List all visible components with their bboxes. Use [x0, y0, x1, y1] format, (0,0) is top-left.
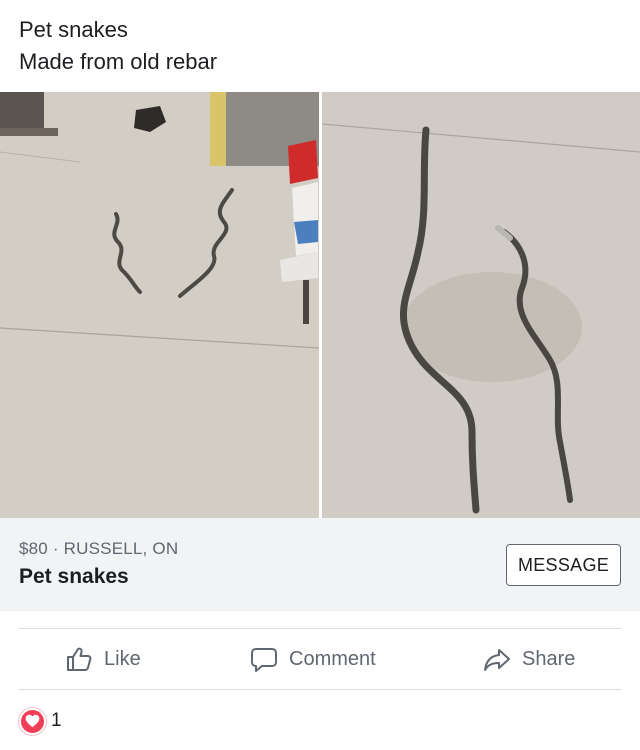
marketplace-listing[interactable]: $80 · RUSSELL, ON Pet snakes MESSAGE [0, 518, 640, 611]
comment-icon [249, 644, 279, 674]
post-text: Pet snakes Made from old rebar [19, 14, 217, 78]
photo-left-image [0, 92, 319, 518]
photo-right-image [322, 92, 640, 518]
share-label: Share [522, 647, 576, 670]
divider-bottom [19, 689, 621, 690]
photo-left[interactable] [0, 92, 319, 518]
share-icon [482, 644, 512, 674]
like-label: Like [104, 647, 141, 670]
post-text-line-2: Made from old rebar [19, 49, 218, 74]
reaction-summary[interactable]: 1 [19, 707, 62, 735]
comment-button[interactable]: Comment [249, 629, 376, 689]
like-button[interactable]: Like [64, 629, 141, 689]
photo-grid[interactable] [0, 92, 640, 518]
message-button[interactable]: MESSAGE [506, 544, 621, 586]
post-text-line-1: Pet snakes [19, 17, 128, 42]
comment-label: Comment [289, 647, 376, 670]
reaction-count: 1 [51, 710, 62, 731]
listing-title[interactable]: Pet snakes [19, 565, 129, 589]
share-button[interactable]: Share [482, 629, 575, 689]
thumbs-up-icon [64, 644, 94, 674]
photo-right[interactable] [322, 92, 640, 518]
post-actions-bar: Like Comment Share [0, 629, 640, 689]
listing-price-location: $80 · RUSSELL, ON [19, 539, 179, 558]
heart-icon [19, 707, 46, 735]
